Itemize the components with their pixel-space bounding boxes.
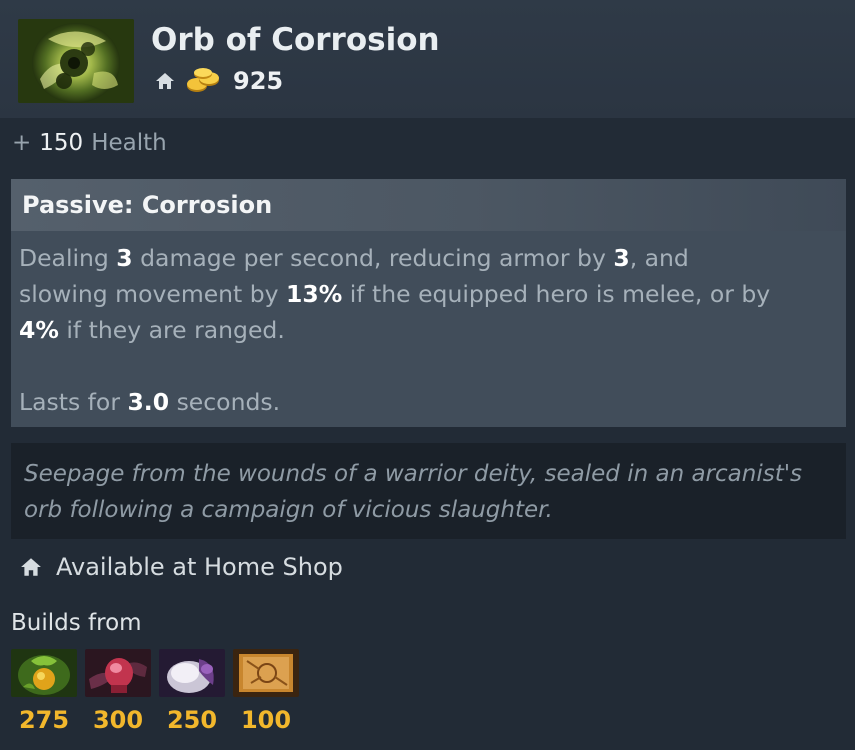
stat-health: +150 Health	[12, 130, 167, 156]
text-segment: Dealing	[19, 244, 117, 272]
component-item[interactable]: 100	[233, 649, 299, 734]
text-segment: if the equipped hero is melee, or by	[342, 280, 771, 308]
component-list: 275 300 250 100	[11, 649, 307, 734]
shop-availability: Available at Home Shop	[20, 552, 343, 582]
builds-from-label: Builds from	[11, 610, 142, 636]
component-item[interactable]: 275	[11, 649, 77, 734]
text-segment: Lasts for	[19, 388, 128, 416]
item-cost: 925	[233, 67, 284, 95]
component-cost: 100	[240, 706, 292, 734]
text-segment: if they are ranged.	[58, 316, 285, 344]
ability-line: 4% if they are ranged.	[19, 312, 826, 348]
highlight-value: 3.0	[127, 388, 170, 416]
item-cost-row: 925	[155, 66, 283, 96]
lore-text: Seepage from the wounds of a warrior dei…	[11, 443, 846, 528]
ability-line: Dealing 3 damage per second, reducing ar…	[19, 240, 826, 276]
ability-line: Lasts for 3.0 seconds.	[19, 384, 826, 420]
stat-value: 150	[39, 130, 84, 156]
stat-prefix: +	[12, 130, 32, 156]
orb-of-corrosion-icon	[18, 19, 134, 103]
component-item[interactable]: 250	[159, 649, 225, 734]
stat-name: Health	[91, 130, 167, 156]
component-cost: 250	[166, 706, 218, 734]
text-segment: seconds.	[169, 388, 281, 416]
highlight-value: 4%	[19, 316, 59, 344]
home-icon	[20, 555, 44, 579]
highlight-value: 3	[116, 244, 133, 272]
text-segment: damage per second, reducing armor by	[132, 244, 614, 272]
lore-line: orb following a campaign of vicious slau…	[24, 497, 553, 523]
ability-description: Dealing 3 damage per second, reducing ar…	[11, 231, 846, 420]
fluffy-hat-icon[interactable]	[159, 649, 225, 697]
text-segment: , and	[629, 244, 689, 272]
item-title: Orb of Corrosion	[151, 22, 440, 58]
lore-line: Seepage from the wounds of a warrior dei…	[24, 461, 803, 487]
blight-stone-icon[interactable]	[11, 649, 77, 697]
item-header: Orb of Corrosion 925	[0, 0, 855, 118]
ability-title: Passive: Corrosion	[22, 191, 273, 219]
text-segment: slowing movement by	[19, 280, 287, 308]
recipe-scroll-icon[interactable]	[233, 649, 299, 697]
wind-lace-icon[interactable]	[85, 649, 151, 697]
shop-availability-text: Available at Home Shop	[56, 553, 343, 581]
home-shop-icon	[155, 70, 177, 92]
ability-panel: Passive: Corrosion Dealing 3 damage per …	[11, 179, 846, 427]
ability-header: Passive: Corrosion	[11, 179, 846, 231]
highlight-value: 13%	[286, 280, 343, 308]
highlight-value: 3	[613, 244, 630, 272]
lore-box: Seepage from the wounds of a warrior dei…	[11, 443, 846, 539]
ability-line: slowing movement by 13% if the equipped …	[19, 276, 826, 312]
gold-coins-icon	[185, 68, 221, 94]
component-cost: 300	[92, 706, 144, 734]
component-cost: 275	[18, 706, 70, 734]
component-item[interactable]: 300	[85, 649, 151, 734]
